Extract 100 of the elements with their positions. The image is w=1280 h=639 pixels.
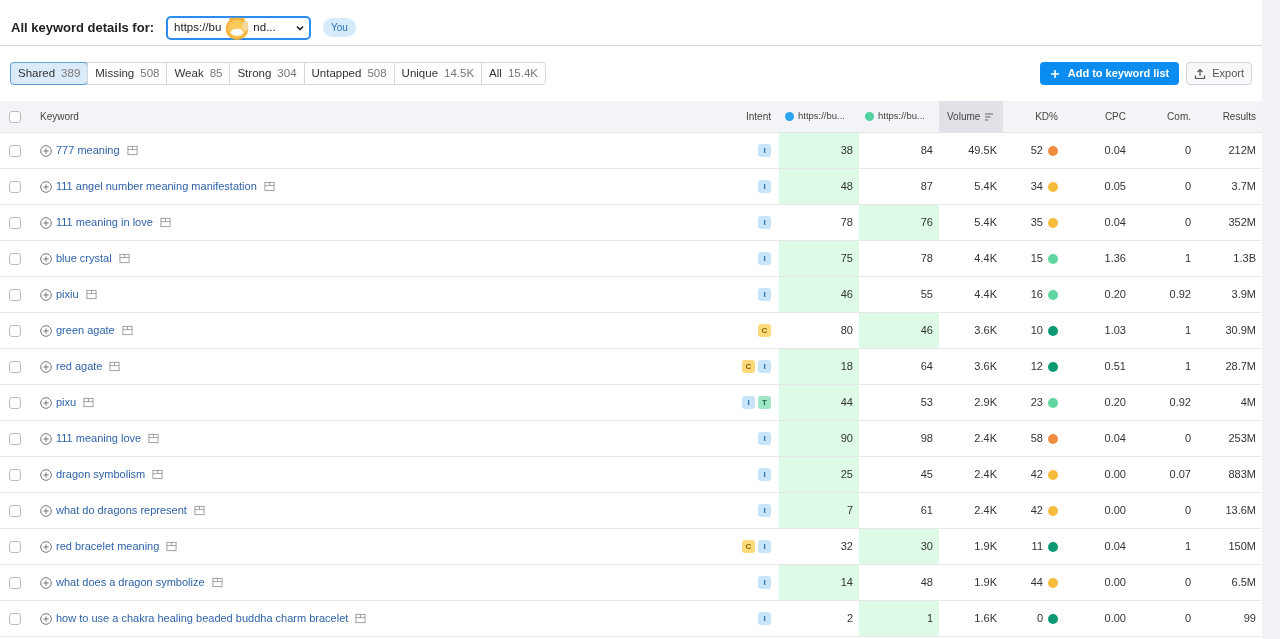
table-cell-text: 0.92 xyxy=(1169,395,1191,411)
keyword-link[interactable]: blue crystal xyxy=(56,250,112,267)
keyword-link[interactable]: red agate xyxy=(56,358,103,375)
keyword-link[interactable]: 777 meaning xyxy=(56,142,120,159)
table-cell: 46 xyxy=(779,277,859,312)
checkbox[interactable] xyxy=(9,252,21,265)
serp-icon[interactable] xyxy=(211,577,223,588)
keyword-link[interactable]: what do dragons represent xyxy=(56,502,187,519)
table-cell-text: 0 xyxy=(1036,611,1043,627)
checkbox[interactable] xyxy=(9,612,21,625)
table-cell-text: 3.7M xyxy=(1231,179,1256,195)
keyword-link[interactable]: green agate xyxy=(56,322,115,339)
serp-icon[interactable] xyxy=(85,289,97,300)
serp-icon[interactable] xyxy=(148,433,160,444)
table-cell-text: 45 xyxy=(919,467,934,483)
intent-badge: I xyxy=(758,360,771,373)
checkbox[interactable] xyxy=(9,180,21,193)
serp-icon[interactable] xyxy=(152,469,164,480)
checkbox[interactable] xyxy=(9,576,21,589)
table-cell: 38 xyxy=(779,133,859,168)
serp-icon[interactable] xyxy=(83,397,95,408)
keyword-link[interactable]: 111 meaning love xyxy=(56,430,142,447)
filter-tab[interactable]: Untapped 508 xyxy=(303,63,394,84)
serp-icon[interactable] xyxy=(126,145,138,156)
filter-tab[interactable]: Missing 508 xyxy=(87,63,167,84)
export-button[interactable]: Export xyxy=(1186,62,1252,85)
table-cell-text: 0 xyxy=(1184,215,1191,231)
serp-icon[interactable] xyxy=(355,613,367,624)
serp-icon[interactable] xyxy=(159,217,171,228)
table-cell-text: 0.00 xyxy=(1104,575,1126,591)
serp-icon[interactable] xyxy=(109,361,121,372)
add-circle-icon[interactable] xyxy=(40,468,52,481)
add-to-keyword-list-button[interactable]: Add to keyword list xyxy=(1039,62,1180,85)
table-cell-text: 0.00 xyxy=(1104,503,1126,519)
serp-icon[interactable] xyxy=(193,505,205,516)
checkbox[interactable] xyxy=(9,396,21,409)
keyword-link[interactable]: 111 angel number meaning manifestation xyxy=(56,178,257,195)
filter-tab[interactable]: Strong 304 xyxy=(229,63,304,84)
add-circle-icon[interactable] xyxy=(40,504,52,517)
checkbox[interactable] xyxy=(9,288,21,301)
filter-tab[interactable]: Unique 14.5K xyxy=(393,63,482,84)
filter-tab[interactable]: All 15.4K xyxy=(481,63,545,84)
filter-tab[interactable]: Shared 389 xyxy=(11,63,88,84)
keyword-link[interactable]: 111 meaning in love xyxy=(56,214,153,231)
checkbox[interactable] xyxy=(9,360,21,373)
add-circle-icon[interactable] xyxy=(40,576,52,589)
checkbox[interactable] xyxy=(9,468,21,481)
add-circle-icon[interactable] xyxy=(40,360,52,373)
table-cell-text: 883M xyxy=(1228,467,1256,483)
add-circle-icon[interactable] xyxy=(40,540,52,553)
serp-icon[interactable] xyxy=(263,181,275,192)
add-circle-icon[interactable] xyxy=(40,612,52,625)
table-cell-text: 0.07 xyxy=(1169,467,1191,483)
add-circle-icon[interactable] xyxy=(40,432,52,445)
domain-select[interactable]: https://bu nd... xyxy=(166,15,312,40)
filter-tab[interactable]: Weak 85 xyxy=(166,63,230,84)
intent-badge: I xyxy=(758,432,771,445)
intent-badge: I xyxy=(758,288,771,301)
checkbox[interactable] xyxy=(9,144,21,157)
table-cell-text: 2.4K xyxy=(974,467,997,483)
add-circle-icon[interactable] xyxy=(40,144,52,157)
checkbox[interactable] xyxy=(9,540,21,553)
checkbox[interactable] xyxy=(9,504,21,517)
add-circle-icon[interactable] xyxy=(40,216,52,229)
keyword-link[interactable]: dragon symbolism xyxy=(56,466,146,483)
keyword-link[interactable]: what does a dragon symbolize xyxy=(56,574,205,591)
table-cell-text: 2.4K xyxy=(974,431,997,447)
checkbox[interactable] xyxy=(9,110,21,123)
checkbox[interactable] xyxy=(9,324,21,337)
serp-icon[interactable] xyxy=(118,253,130,264)
table-cell-text: 10 xyxy=(1030,323,1043,339)
table-cell-text: 53 xyxy=(919,395,934,411)
keyword-link[interactable]: pixiu xyxy=(56,286,79,303)
add-circle-icon[interactable] xyxy=(40,180,52,193)
table-cell-text: 0.04 xyxy=(1104,431,1126,447)
keyword-link[interactable]: how to use a chakra healing beaded buddha charm bracelet xyxy=(56,610,349,627)
add-circle-icon[interactable] xyxy=(40,288,52,301)
add-circle-icon[interactable] xyxy=(40,252,52,265)
add-circle-icon[interactable] xyxy=(40,324,52,337)
table-cell-text: 99 xyxy=(1243,611,1256,627)
table-cell-text: 1.36 xyxy=(1104,251,1126,267)
table-cell: 75 xyxy=(779,241,859,276)
table-cell: 18 xyxy=(779,349,859,384)
checkbox[interactable] xyxy=(9,216,21,229)
table-cell-text: 34 xyxy=(1030,179,1043,195)
sort-icon[interactable] xyxy=(984,111,995,122)
table-cell-text: 0 xyxy=(1184,611,1191,627)
serp-icon[interactable] xyxy=(166,541,178,552)
table-cell-text: 1.3B xyxy=(1233,251,1256,267)
checkbox[interactable] xyxy=(9,432,21,445)
select-value: https://bu xyxy=(174,19,222,35)
table-cell-text: 2.9K xyxy=(974,395,997,411)
table-cell-text: 30.9M xyxy=(1225,323,1256,339)
table-cell-text: 253M xyxy=(1228,431,1256,447)
table-cell-text: 0 xyxy=(1184,575,1191,591)
table-cell-text: 0.20 xyxy=(1104,395,1126,411)
serp-icon[interactable] xyxy=(121,325,133,336)
keyword-link[interactable]: red bracelet meaning xyxy=(56,538,160,555)
keyword-link[interactable]: pixu xyxy=(56,394,77,411)
add-circle-icon[interactable] xyxy=(40,396,52,409)
